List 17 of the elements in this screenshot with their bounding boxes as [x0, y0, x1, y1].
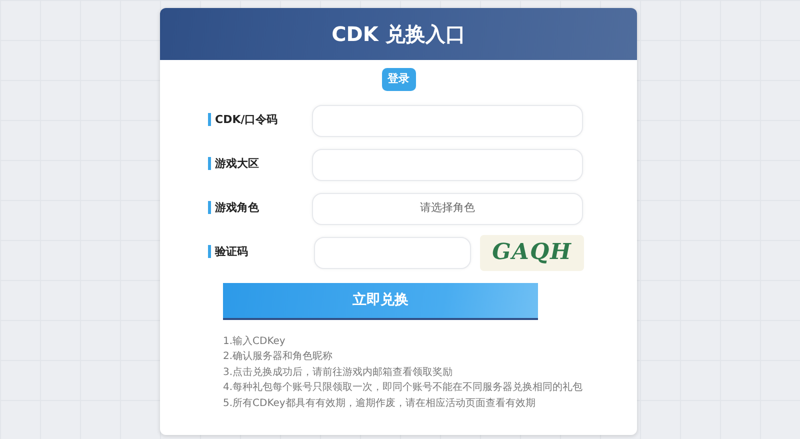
- instruction-text: 5.所有CDKey都具有有效期，逾期作废，请在相应活动页面查看有效期: [223, 396, 536, 411]
- input-field[interactable]: [314, 236, 471, 268]
- field-label: 游戏大区: [208, 157, 259, 170]
- page-title: CDK 兑换入口: [332, 21, 466, 48]
- field-label: 游戏角色: [208, 201, 259, 214]
- captcha-image[interactable]: GAQH: [480, 234, 584, 270]
- input-field[interactable]: [312, 104, 583, 136]
- field-label: 验证码: [208, 245, 248, 258]
- input-field[interactable]: [312, 148, 583, 180]
- field-label: CDK/口令码: [208, 113, 278, 126]
- role-select[interactable]: 请选择角色: [312, 192, 583, 224]
- instruction-text: 4.每种礼包每个账号只限领取一次，即同个账号不能在不同服务器兑换相同的礼包: [223, 380, 584, 396]
- login-button[interactable]: 登录: [382, 68, 416, 90]
- instruction-text: 2.确认服务器和角色昵称: [223, 350, 334, 364]
- redeem-button[interactable]: 立即兑换: [223, 282, 538, 320]
- instruction-text: 3.点击兑换成功后，请前往游戏内邮箱查看领取奖励: [223, 366, 454, 380]
- instruction-text: 1.输入CDKey: [223, 334, 286, 348]
